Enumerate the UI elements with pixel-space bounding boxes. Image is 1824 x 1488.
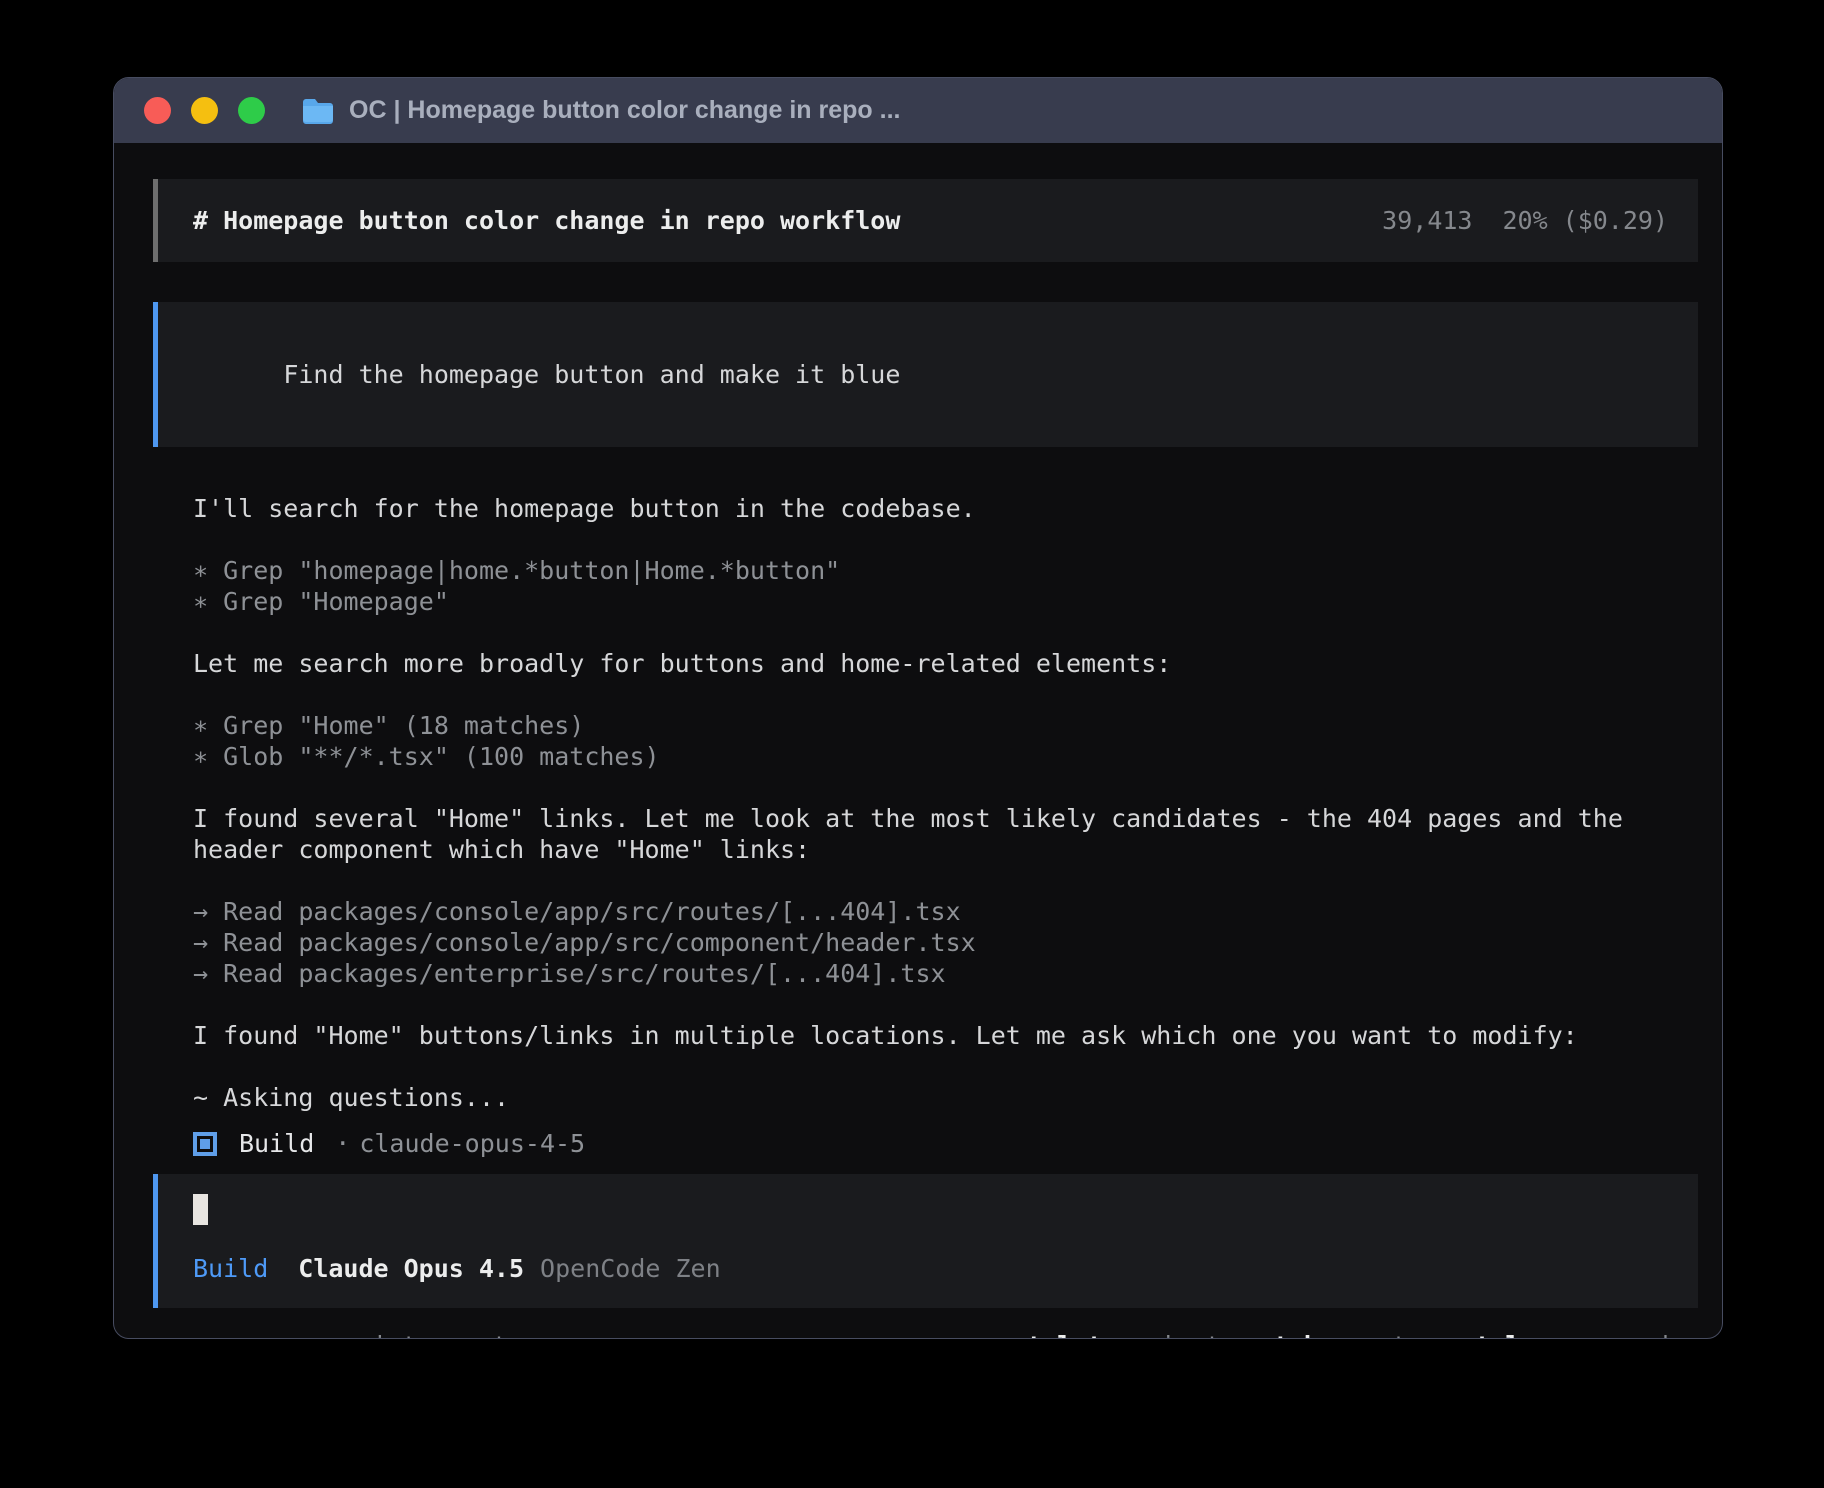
tool-call-line: → Read packages/enterprise/src/routes/[.… <box>193 958 1678 989</box>
tool-call-line: ∗ Glob "**/*.tsx" (100 matches) <box>193 741 1678 772</box>
session-stats: 39,413 20% ($0.29) <box>1382 205 1668 236</box>
keybind-hints: ctrl+t variants tab agents ctrl+p commands <box>1012 1330 1684 1339</box>
zoom-button[interactable] <box>238 97 265 124</box>
esc-key-label: interrupt <box>372 1330 507 1339</box>
traffic-lights <box>144 97 265 124</box>
assistant-text-line: I'll search for the homepage button in t… <box>193 493 1678 524</box>
user-message-text: Find the homepage button and make it blu… <box>283 360 900 389</box>
assistant-text-line: Let me search more broadly for buttons a… <box>193 648 1678 679</box>
blank-line <box>193 772 1678 803</box>
blank-line <box>193 679 1678 710</box>
session-cost: ($0.29) <box>1563 206 1668 235</box>
user-message: Find the homepage button and make it blu… <box>153 302 1698 447</box>
titlebar: OC | Homepage button color change in rep… <box>114 78 1722 143</box>
text-cursor <box>193 1194 208 1225</box>
status-bar: esc interrupt ctrl+tvariantstabagentsctr… <box>153 1330 1698 1339</box>
blank-line <box>193 865 1678 896</box>
agent-model: claude-opus-4-5 <box>359 1128 585 1159</box>
agent-build-icon <box>193 1132 217 1156</box>
keybind-hint-commands: ctrl+p commands <box>1460 1330 1684 1339</box>
agent-name: Build <box>239 1128 314 1159</box>
terminal-window: OC | Homepage button color change in rep… <box>113 77 1723 1339</box>
tool-call-line: ∗ Grep "Home" (18 matches) <box>193 710 1678 741</box>
token-count: 39,413 <box>1382 206 1472 235</box>
input-provider-label: OpenCode Zen <box>540 1253 721 1284</box>
keybind-hint-agents: tab agents <box>1274 1330 1422 1339</box>
status-left: esc interrupt <box>166 1330 508 1339</box>
context-percentage: 20% <box>1502 206 1547 235</box>
assistant-text-line: I found "Home" buttons/links in multiple… <box>193 1020 1678 1051</box>
blank-line <box>193 617 1678 648</box>
prompt-input[interactable]: Build Claude Opus 4.5 OpenCode Zen <box>153 1174 1698 1308</box>
hint-label: commands <box>1564 1330 1684 1339</box>
input-meta-row: Build Claude Opus 4.5 OpenCode Zen <box>193 1253 1668 1284</box>
assistant-text-line: ~ Asking questions... <box>193 1082 1678 1113</box>
folder-icon <box>301 97 335 125</box>
hint-key: ctrl+p <box>1460 1330 1550 1339</box>
esc-key-hint: esc <box>314 1330 359 1339</box>
tool-call-line: ∗ Grep "Homepage" <box>193 586 1678 617</box>
session-header: # Homepage button color change in repo w… <box>153 179 1698 262</box>
hint-key: ctrl+t <box>1012 1330 1102 1339</box>
hint-label: agents <box>1332 1330 1422 1339</box>
blank-line <box>193 524 1678 555</box>
assistant-text-line: I found several "Home" links. Let me loo… <box>193 803 1678 865</box>
tool-call-line: ∗ Grep "homepage|home.*button|Home.*butt… <box>193 555 1678 586</box>
input-model-label[interactable]: Claude Opus 4.5 <box>298 1253 524 1284</box>
hint-label: variants <box>1115 1330 1235 1339</box>
blank-line <box>193 1051 1678 1082</box>
minimize-button[interactable] <box>191 97 218 124</box>
session-title: # Homepage button color change in repo w… <box>193 205 900 236</box>
tool-call-line: → Read packages/console/app/src/routes/[… <box>193 896 1678 927</box>
keybind-hint-variants: ctrl+t variants <box>1012 1330 1236 1339</box>
conversation: I'll search for the homepage button in t… <box>193 493 1678 1113</box>
agent-status-row: Build · claude-opus-4-5 <box>193 1128 1698 1159</box>
input-agent-label[interactable]: Build <box>193 1253 268 1284</box>
agent-separator: · <box>335 1128 350 1159</box>
close-button[interactable] <box>144 97 171 124</box>
blank-line <box>193 989 1678 1020</box>
window-title: OC | Homepage button color change in rep… <box>349 96 900 125</box>
hint-key: tab <box>1274 1330 1319 1339</box>
session-view: # Homepage button color change in repo w… <box>114 143 1722 1339</box>
tool-call-line: → Read packages/console/app/src/componen… <box>193 927 1678 958</box>
